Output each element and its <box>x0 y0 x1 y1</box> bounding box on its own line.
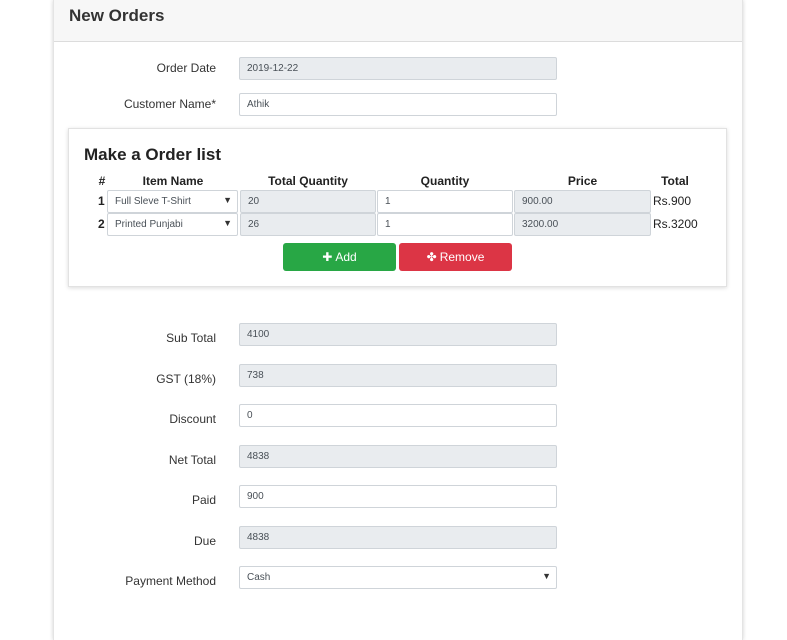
discount-field[interactable]: 0 <box>239 404 557 427</box>
net-total-field[interactable]: 4838 <box>239 445 557 468</box>
total-quantity-field[interactable]: 20 <box>240 190 376 213</box>
total-quantity-field[interactable]: 26 <box>240 213 376 236</box>
caret-down-icon: ▼ <box>223 218 232 228</box>
order-date-label: Order Date <box>156 61 216 75</box>
gst-field[interactable]: 738 <box>239 364 557 387</box>
paid-field[interactable]: 900 <box>239 485 557 508</box>
col-header-total-quantity: Total Quantity <box>268 174 348 188</box>
paid-label: Paid <box>191 493 216 507</box>
due-field[interactable]: 4838 <box>239 526 557 549</box>
sub-total-label: Sub Total <box>166 331 216 345</box>
plus-icon: ✚ <box>322 250 333 264</box>
col-header-quantity: Quantity <box>420 174 470 188</box>
sub-total-field[interactable]: 4100 <box>239 323 557 346</box>
customer-name-label: Customer Name* <box>123 97 216 111</box>
item-name-select[interactable]: Printed Punjabi ▼ <box>107 213 238 236</box>
row-number: 2 <box>98 217 105 231</box>
caret-down-icon: ▼ <box>542 571 551 581</box>
col-header-price: Price <box>567 174 598 188</box>
caret-down-icon: ▼ <box>223 195 232 205</box>
quantity-field[interactable]: 1 <box>377 190 513 213</box>
discount-label: Discount <box>169 412 216 426</box>
payment-method-value: Cash <box>247 572 271 583</box>
due-label: Due <box>193 534 216 548</box>
payment-method-select[interactable]: Cash ▼ <box>239 566 557 589</box>
price-field[interactable]: 3200.00 <box>514 213 651 236</box>
price-field[interactable]: 900.00 <box>514 190 651 213</box>
quantity-field[interactable]: 1 <box>377 213 513 236</box>
item-name-value: Full Sleve T-Shirt <box>115 196 191 207</box>
add-button-label: Add <box>335 250 357 264</box>
row-number: 1 <box>98 194 105 208</box>
payment-method-label: Payment Method <box>125 574 216 588</box>
net-total-label: Net Total <box>168 453 216 467</box>
row-total: Rs.3200 <box>653 217 698 231</box>
order-list-title: Make a Order list <box>84 145 222 164</box>
col-header-item-name: Item Name <box>142 174 204 188</box>
row-total: Rs.900 <box>653 194 692 208</box>
col-header-total: Total <box>661 174 689 188</box>
customer-name-field[interactable]: Athik <box>239 93 557 116</box>
order-list-panel: Make a Order list # Item Name Total Quan… <box>68 128 727 287</box>
gst-label: GST (18%) <box>156 372 216 386</box>
add-row-button[interactable]: ✚ Add <box>283 243 396 271</box>
order-date-field[interactable]: 2019-12-22 <box>239 57 557 80</box>
crosshair-icon: ✤ <box>426 250 437 264</box>
remove-button-label: Remove <box>439 250 485 264</box>
remove-row-button[interactable]: ✤ Remove <box>399 243 512 271</box>
page-title: New Orders <box>69 6 165 25</box>
card-header: New Orders <box>54 0 742 42</box>
item-name-select[interactable]: Full Sleve T-Shirt ▼ <box>107 190 238 213</box>
item-name-value: Printed Punjabi <box>115 219 183 230</box>
